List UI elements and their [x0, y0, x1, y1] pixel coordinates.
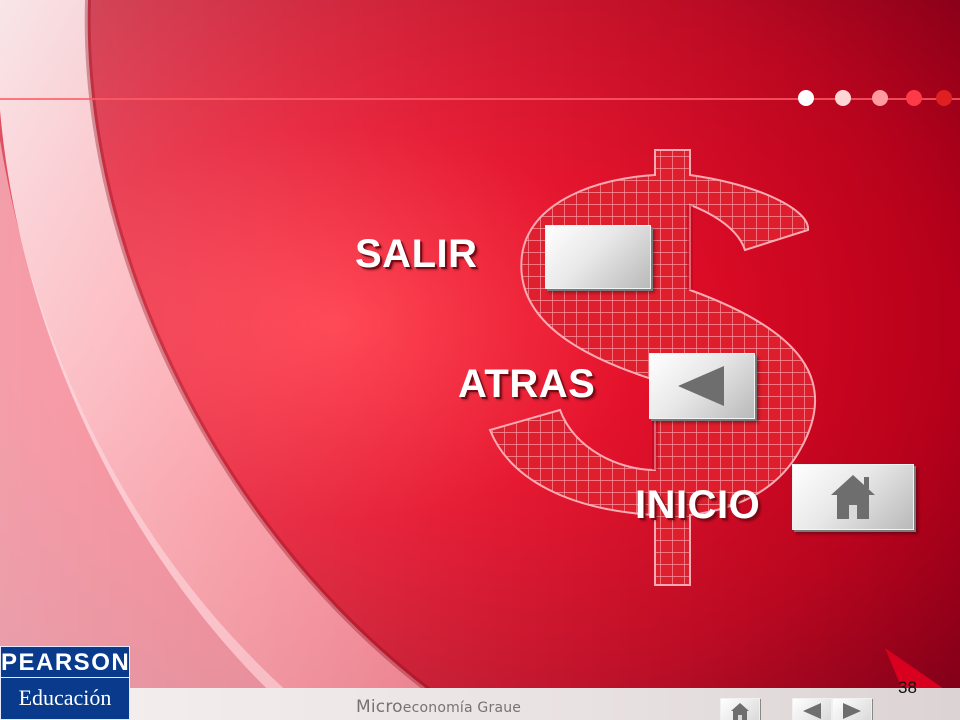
logo-educacion-text: Educación [0, 678, 130, 720]
salir-button[interactable] [545, 225, 651, 289]
footer-back-button[interactable] [792, 698, 832, 720]
salir-label: SALIR [355, 232, 478, 276]
back-arrow-icon [803, 703, 821, 719]
footer-title-rest: economía Graue [402, 700, 522, 716]
slide: SALIR ATRAS INICIO PEARSON Educación Mic… [0, 0, 960, 720]
atras-button[interactable] [649, 353, 755, 419]
blank-button-icon [546, 226, 650, 288]
footer-forward-button[interactable] [832, 698, 872, 720]
logo-pearson-text: PEARSON [0, 646, 130, 678]
back-arrow-icon [678, 366, 724, 406]
page-number: 38 [898, 678, 917, 697]
home-icon [831, 475, 875, 519]
footer-book-title: Microeconomía Graue [356, 697, 521, 717]
atras-label: ATRAS [458, 362, 596, 406]
footer-title-prefix: Micro [356, 697, 403, 717]
home-icon [731, 703, 749, 720]
footer-home-button[interactable] [720, 698, 760, 720]
inicio-button[interactable] [792, 464, 914, 530]
forward-arrow-icon [843, 703, 861, 719]
pearson-logo: PEARSON Educación [0, 646, 130, 720]
slide-background [0, 0, 960, 720]
inicio-label: INICIO [635, 483, 761, 527]
